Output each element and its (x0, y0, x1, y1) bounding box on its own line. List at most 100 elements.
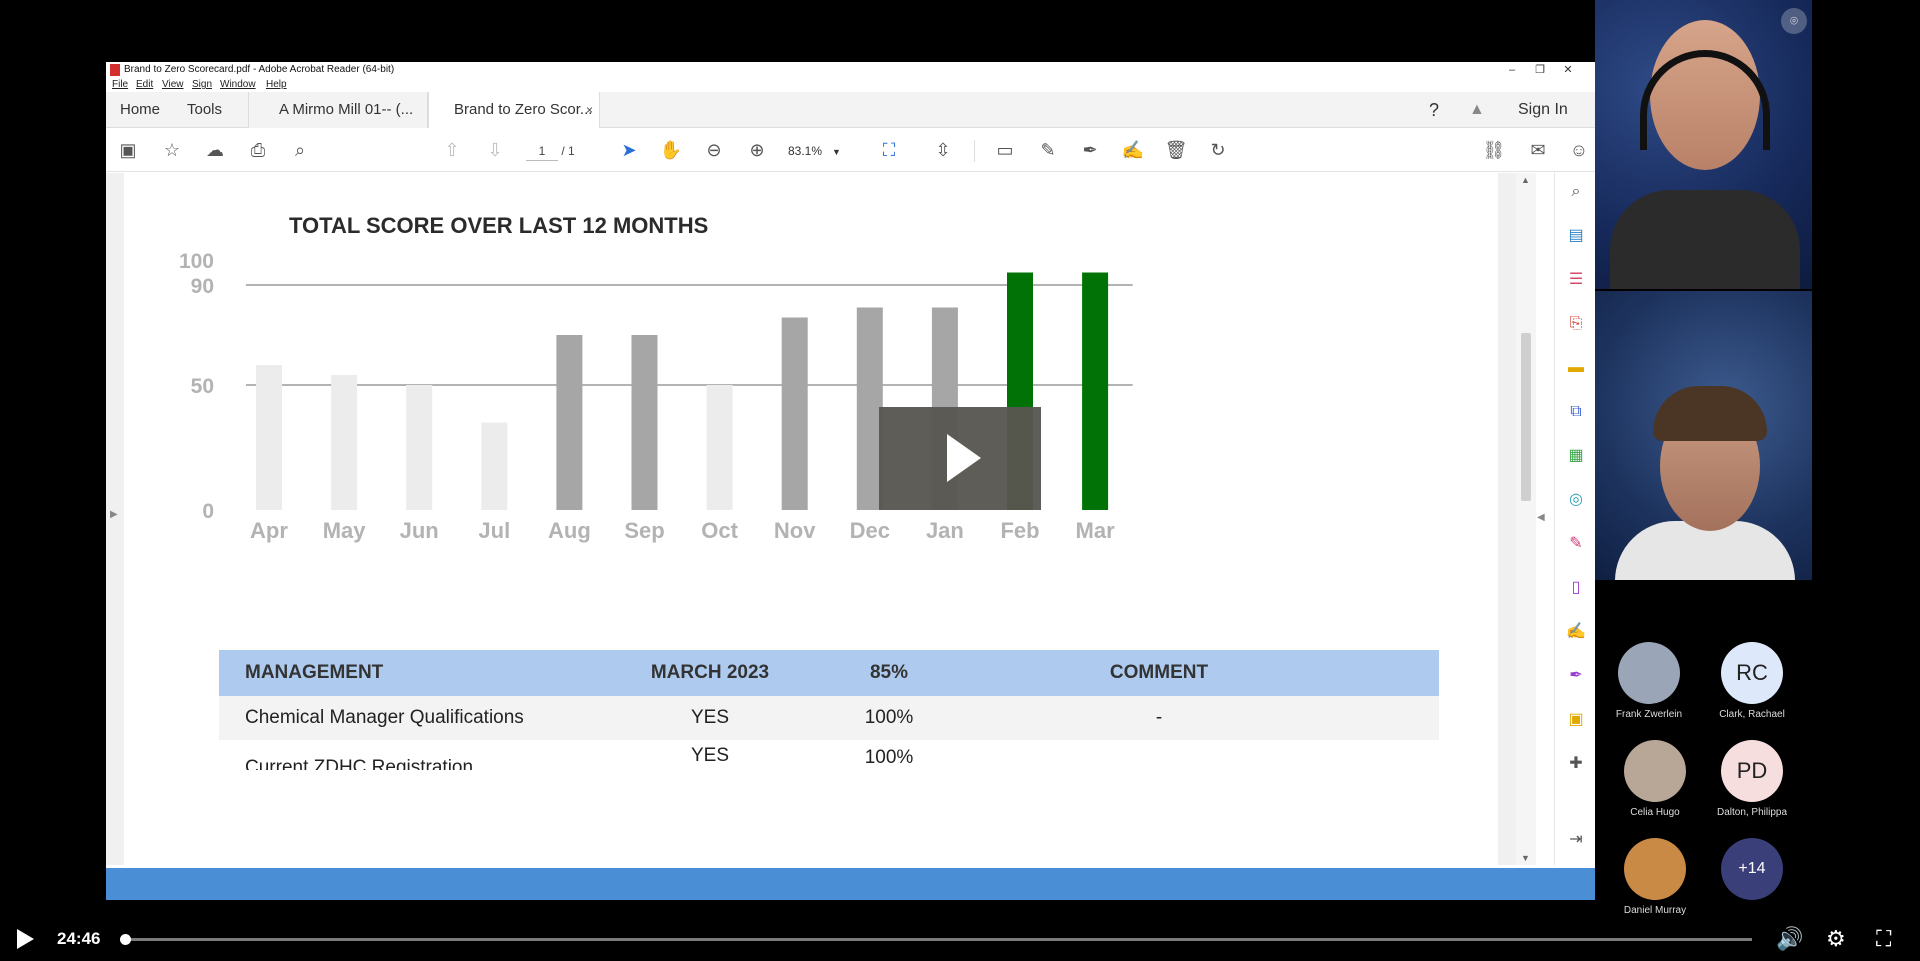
participant-name: Dalton, Philippa (1716, 807, 1788, 818)
upload-cloud-icon[interactable]: ☁ (203, 138, 227, 162)
zoom-select[interactable]: 83.1% ▼ (788, 140, 858, 162)
page-indicator: 1 / 1 (526, 141, 575, 161)
scroll-down-icon[interactable]: ▼ (1521, 853, 1530, 863)
highlight-pen-icon[interactable]: ✎ (1036, 138, 1060, 162)
search-icon[interactable]: ⌕ (288, 138, 312, 162)
combine-files-icon[interactable]: ⧉ (1565, 401, 1587, 423)
tab-document-mirmo[interactable]: A Mirmo Mill 01-- (... (248, 92, 428, 128)
participant-tile[interactable]: Frank Zwerlein (1594, 642, 1704, 720)
menu-view[interactable]: View (162, 79, 184, 90)
settings-gear-icon[interactable]: ⚙ (1826, 926, 1846, 952)
tab-document-mirmo-label: A Mirmo Mill 01-- (... (279, 101, 414, 118)
stamp-icon[interactable]: ✍ (1121, 138, 1145, 162)
participant-tile[interactable]: Celia Hugo (1600, 740, 1710, 818)
hand-tool-icon[interactable]: ✋ (659, 138, 683, 162)
document-viewport[interactable]: ▶ TOTAL SCORE OVER LAST 12 MONTHS 0 50 90 1… (106, 173, 1516, 865)
menu-sign[interactable]: Sign (192, 79, 212, 90)
menu-help[interactable]: Help (266, 79, 287, 90)
pdf-file-icon (110, 64, 120, 76)
fill-sign-icon[interactable]: ✎ (1565, 533, 1587, 555)
restore-button[interactable]: ❐ (1526, 62, 1554, 78)
x-tick-label: Nov (774, 518, 816, 543)
row-percent: 100% (864, 747, 914, 768)
participant-tile[interactable]: PD Dalton, Philippa (1697, 740, 1807, 818)
delete-icon[interactable]: 🗑 (1164, 138, 1188, 162)
sign-icon[interactable]: ✒ (1565, 665, 1587, 687)
more-tools-icon[interactable]: ✚ (1565, 753, 1587, 775)
participant-name: Celia Hugo (1630, 807, 1680, 818)
next-page-icon[interactable]: ⇩ (483, 138, 507, 162)
row-criterion: Current ZDHC Registration (245, 757, 474, 770)
scroll-mode-icon[interactable]: ⇳ (931, 138, 955, 162)
table-row: Current ZDHC Registration YES 100% (219, 740, 1439, 770)
bookmark-star-icon[interactable]: ☆ (160, 138, 184, 162)
header-month: MARCH 2023 (650, 662, 770, 683)
organize-pages-icon[interactable]: ☰ (1565, 269, 1587, 291)
volume-icon[interactable]: 🔊 (1776, 926, 1803, 952)
request-signature-icon[interactable]: ✍ (1565, 621, 1587, 643)
menu-window[interactable]: Window (220, 79, 256, 90)
close-tab-icon[interactable]: × (586, 92, 593, 128)
tab-tools[interactable]: Tools (187, 92, 222, 128)
select-cursor-icon[interactable]: ➤ (617, 138, 641, 162)
seek-handle[interactable] (120, 934, 132, 945)
account-icon[interactable]: ☺ (1567, 138, 1591, 162)
scroll-thumb[interactable] (1521, 333, 1531, 501)
export-pdf-icon[interactable]: ⎘ (1565, 313, 1587, 335)
rotate-icon[interactable]: ↻ (1206, 138, 1230, 162)
email-icon[interactable]: ✉ (1526, 138, 1550, 162)
participant-video-1[interactable] (1595, 0, 1812, 289)
sign-in-link[interactable]: Sign In (1518, 92, 1568, 128)
screenshot-icon[interactable]: ⌾ (1781, 8, 1807, 34)
right-panel-collapse-icon[interactable]: ◀ (1537, 512, 1545, 523)
previous-page-icon[interactable]: ⇧ (440, 138, 464, 162)
fullscreen-icon[interactable]: ⛶ (1876, 926, 1891, 952)
save-icon[interactable]: ▣ (116, 138, 140, 162)
participant-video-2[interactable] (1595, 291, 1812, 580)
share-link-icon[interactable]: ⛓ (1482, 138, 1506, 162)
collapse-panel-icon[interactable]: ⇥ (1565, 829, 1587, 851)
tab-document-scorecard-label: Brand to Zero Scor... (454, 101, 593, 118)
participant-tile[interactable]: RC Clark, Rachael (1697, 642, 1807, 720)
comment-tool-icon[interactable]: ▬ (1565, 357, 1587, 379)
vertical-scrollbar[interactable]: ▲ ▼ (1516, 173, 1536, 865)
create-pdf-icon[interactable]: ▤ (1565, 225, 1587, 247)
print-icon[interactable]: ⎙ (246, 138, 270, 162)
comment-icon[interactable]: ▭ (993, 138, 1017, 162)
left-panel-expand-icon[interactable]: ▶ (110, 509, 118, 520)
tab-home[interactable]: Home (120, 92, 160, 128)
acrobat-window: Brand to Zero Scorecard.pdf - Adobe Acro… (106, 62, 1595, 900)
zoom-in-icon[interactable]: ⊕ (745, 138, 769, 162)
compress-icon[interactable]: ▦ (1565, 445, 1587, 467)
play-video-overlay[interactable] (879, 407, 1041, 510)
minimize-button[interactable]: – (1498, 62, 1526, 78)
tab-document-scorecard[interactable]: Brand to Zero Scor... × (428, 92, 600, 129)
x-tick-label: Jul (478, 518, 510, 543)
row-status: YES (690, 745, 730, 766)
header-comment: COMMENT (1109, 662, 1209, 683)
help-icon[interactable]: ? (1429, 92, 1439, 128)
edit-pdf-icon[interactable]: ▯ (1565, 577, 1587, 599)
tab-bar: Home Tools A Mirmo Mill 01-- (... Brand … (106, 92, 1595, 129)
participant-tile[interactable]: Daniel Murray (1600, 838, 1710, 916)
page-number-input[interactable]: 1 (526, 141, 558, 161)
zoom-search-icon[interactable]: ⌕ (1565, 181, 1587, 203)
seek-bar[interactable] (120, 934, 1752, 945)
protect-icon[interactable]: ▣ (1565, 709, 1587, 731)
draw-icon[interactable]: ✒ (1078, 138, 1102, 162)
menu-file[interactable]: File (112, 79, 128, 90)
zoom-out-icon[interactable]: ⊖ (702, 138, 726, 162)
menu-edit[interactable]: Edit (136, 79, 153, 90)
close-window-button[interactable]: ✕ (1554, 62, 1582, 78)
menu-bar: File Edit View Sign Window Help (106, 78, 1595, 92)
participant-tile[interactable]: +14 (1697, 838, 1807, 900)
y-tick-label: 50 (191, 375, 214, 398)
scroll-up-icon[interactable]: ▲ (1521, 175, 1530, 185)
play-button[interactable] (17, 929, 34, 949)
avatar (1624, 838, 1686, 900)
fit-page-icon[interactable]: ⛶ (877, 138, 901, 162)
bell-icon[interactable]: ▲ (1469, 92, 1485, 128)
avatar: PD (1721, 740, 1783, 802)
scan-icon[interactable]: ◎ (1565, 489, 1587, 511)
table-row: Chemical Manager Qualifications YES 100%… (219, 696, 1439, 740)
